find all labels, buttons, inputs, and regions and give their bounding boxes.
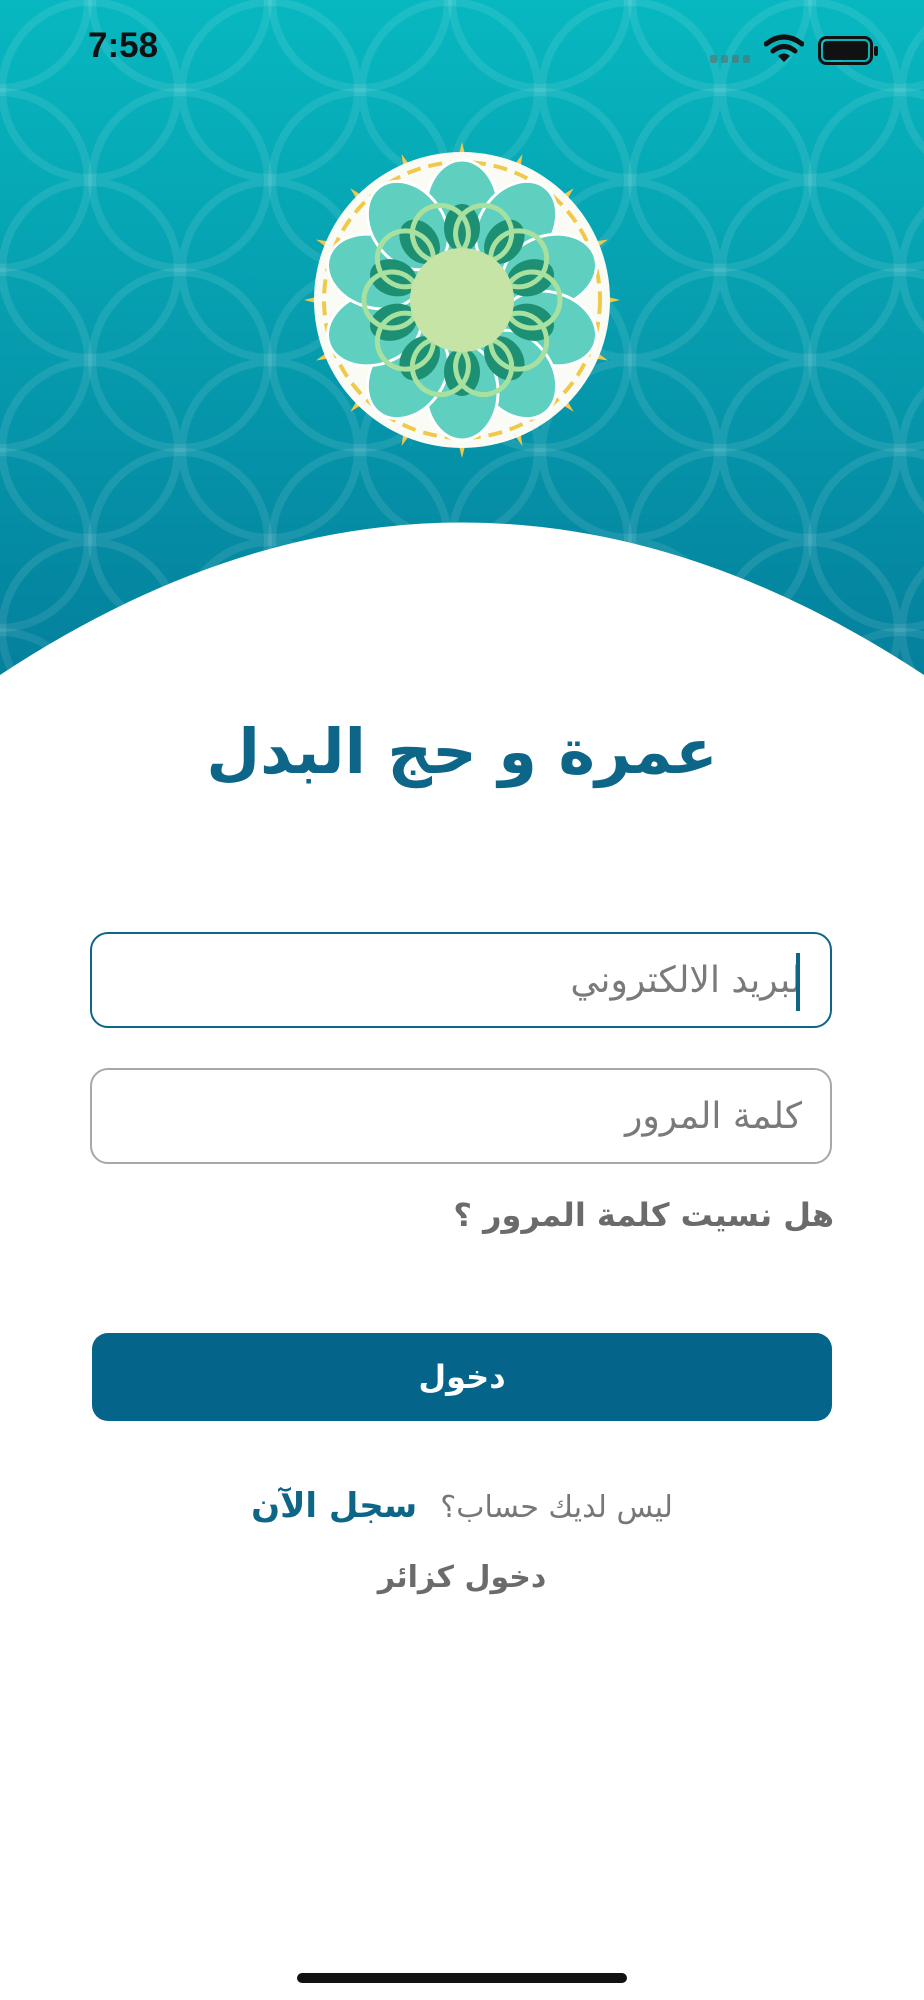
password-field[interactable] bbox=[90, 1068, 832, 1164]
password-input[interactable] bbox=[112, 1070, 802, 1162]
email-field[interactable] bbox=[90, 932, 832, 1028]
no-account-text: ليس لديك حساب؟ bbox=[440, 1490, 673, 1525]
home-indicator bbox=[297, 1973, 627, 1983]
email-input[interactable] bbox=[112, 934, 802, 1026]
header-banner bbox=[0, 0, 924, 700]
register-now-link[interactable]: سجل الآن bbox=[251, 1486, 417, 1526]
battery-icon bbox=[818, 36, 878, 65]
signup-row: ليس لديك حساب؟ سجل الآن bbox=[0, 1486, 924, 1526]
login-button[interactable]: دخول bbox=[92, 1333, 832, 1421]
text-cursor bbox=[796, 953, 800, 1011]
wifi-icon bbox=[764, 34, 804, 62]
guest-login-link[interactable]: دخول كزائر bbox=[0, 1560, 924, 1595]
app-title: عمرة و حج البدل bbox=[206, 715, 718, 788]
status-time: 7:58 bbox=[88, 26, 159, 65]
rosette-logo bbox=[304, 142, 620, 458]
status-bar: 7:58 bbox=[0, 0, 924, 100]
forgot-password-link[interactable]: هل نسيت كلمة المرور ؟ bbox=[453, 1196, 834, 1234]
signal-icon bbox=[710, 55, 750, 63]
